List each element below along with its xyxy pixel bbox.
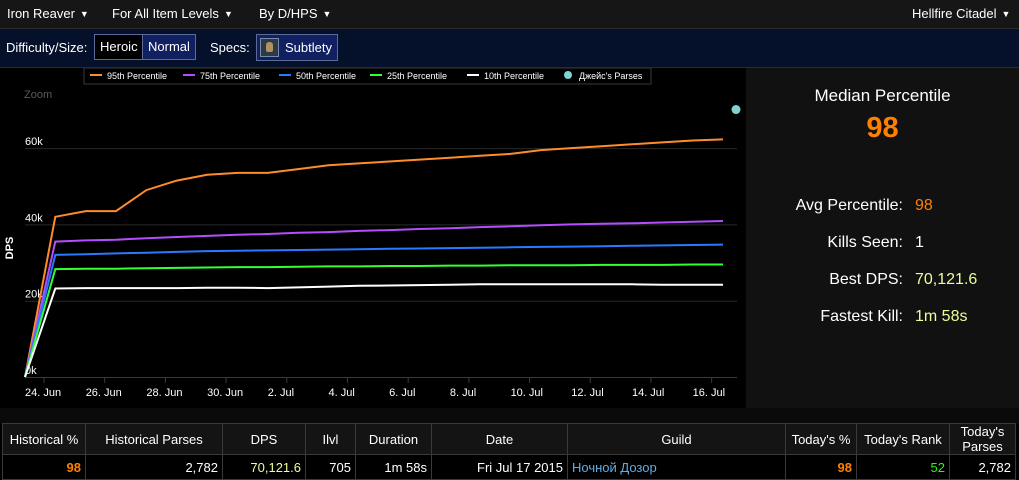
- column-header-duration[interactable]: Duration: [355, 423, 432, 455]
- column-header-todays-percent[interactable]: Today's %: [785, 423, 857, 455]
- chart-legend: 95th Percentile 75th Percentile 50th Perce…: [83, 67, 652, 85]
- legend-label: 50th Percentile: [296, 71, 356, 81]
- x-axis-ticks: 24. Jun 26. Jun 28. Jun 30. Jun 2. Jul 4. Jul…: [25, 377, 725, 399]
- stat-label: Best DPS:: [829, 271, 903, 288]
- item-level-dropdown[interactable]: For All Item Levels ▼: [112, 6, 233, 21]
- chevron-down-icon: ▼: [322, 9, 332, 19]
- cell-historical-parses: 2,782: [85, 454, 223, 480]
- median-percentile-title: Median Percentile: [814, 86, 951, 105]
- series-line-5: [24, 283, 723, 378]
- subtlety-spec-icon: [260, 38, 279, 57]
- parses-table: Historical % Historical Parses DPS Ilvl …: [2, 423, 1016, 480]
- stat-value: 1m 58s: [915, 308, 968, 325]
- series-line-4: [24, 263, 723, 378]
- legend-label: 10th Percentile: [484, 71, 544, 81]
- table-header-row: Historical % Historical Parses DPS Ilvl …: [2, 423, 1016, 455]
- x-tick-label: 6. Jul: [389, 387, 415, 399]
- x-tick-label: 28. Jun: [146, 387, 182, 399]
- section-divider: [0, 408, 1019, 424]
- boss-dropdown-label: Iron Reaver: [7, 6, 75, 21]
- column-header-guild[interactable]: Guild: [567, 423, 786, 455]
- column-header-todays-rank[interactable]: Today's Rank: [856, 423, 950, 455]
- cell-todays-percent: 98: [785, 454, 857, 480]
- x-tick-label: 14. Jul: [632, 387, 664, 399]
- median-percentile-value: 98: [866, 112, 899, 144]
- specs-label: Specs:: [210, 40, 250, 55]
- column-header-ilvl[interactable]: Ilvl: [305, 423, 356, 455]
- column-header-dps[interactable]: DPS: [222, 423, 306, 455]
- series-line-2: [24, 220, 724, 378]
- y-tick-label: 40k: [25, 212, 43, 224]
- summary-panel: Median Percentile 98 Avg Percentile: 98 …: [746, 68, 1019, 408]
- stat-label: Avg Percentile:: [795, 197, 903, 214]
- legend-swatch: [564, 71, 572, 79]
- cell-todays-parses: 2,782: [949, 454, 1016, 480]
- y-axis-title: DPS: [4, 237, 16, 260]
- top-nav-bar: Iron Reaver ▼ For All Item Levels ▼ By D/H…: [0, 0, 1019, 29]
- x-tick-label: 10. Jul: [511, 387, 543, 399]
- column-header-historical-parses[interactable]: Historical Parses: [85, 423, 223, 455]
- zoom-label[interactable]: Zoom: [24, 89, 52, 101]
- cell-duration: 1m 58s: [355, 454, 432, 480]
- stat-value: 1: [915, 234, 924, 251]
- difficulty-heroic-button[interactable]: Heroic: [94, 34, 144, 60]
- series-line-1: [24, 138, 724, 378]
- cell-dps: 70,121.6: [222, 454, 306, 480]
- column-header-date[interactable]: Date: [431, 423, 568, 455]
- x-tick-label: 2. Jul: [268, 387, 294, 399]
- legend-label: 95th Percentile: [107, 71, 167, 81]
- column-header-todays-parses[interactable]: Today's Parses: [949, 423, 1016, 455]
- stat-value: 70,121.6: [915, 271, 978, 288]
- stat-label: Kills Seen:: [827, 234, 903, 251]
- cell-historical-percent: 98: [2, 454, 86, 480]
- spec-selector-button[interactable]: Subtlety: [256, 34, 338, 61]
- y-tick-label: 60k: [25, 136, 43, 148]
- chevron-down-icon: ▼: [1001, 9, 1011, 19]
- x-tick-label: 24. Jun: [25, 387, 61, 399]
- x-tick-label: 30. Jun: [207, 387, 243, 399]
- boss-dropdown[interactable]: Iron Reaver ▼: [7, 6, 89, 21]
- zone-dropdown-label: Hellfire Citadel: [912, 6, 997, 21]
- dps-chart-area: 95th Percentile 75th Percentile 50th Perce…: [0, 67, 745, 408]
- cell-guild-link[interactable]: Ночной Дозор: [567, 454, 786, 480]
- chevron-down-icon: ▼: [223, 9, 233, 19]
- chart-gridlines: [25, 148, 737, 378]
- legend-label: Джейс's Parses: [579, 71, 643, 81]
- x-tick-label: 26. Jun: [86, 387, 122, 399]
- dps-percentile-chart[interactable]: 95th Percentile 75th Percentile 50th Perce…: [0, 67, 745, 408]
- difficulty-normal-button[interactable]: Normal: [142, 34, 196, 60]
- item-level-dropdown-label: For All Item Levels: [112, 6, 219, 21]
- cell-todays-rank: 52: [856, 454, 950, 480]
- chart-series: [24, 105, 741, 378]
- chevron-down-icon: ▼: [79, 9, 89, 19]
- parse-point: [731, 105, 741, 115]
- x-tick-label: 4. Jul: [328, 387, 354, 399]
- x-tick-label: 8. Jul: [450, 387, 476, 399]
- zone-dropdown[interactable]: Hellfire Citadel ▼: [912, 6, 1010, 21]
- cell-date: Fri Jul 17 2015: [431, 454, 568, 480]
- stat-label: Fastest Kill:: [820, 308, 903, 325]
- difficulty-label: Difficulty/Size:: [6, 40, 88, 55]
- table-row[interactable]: 98 2,782 70,121.6 705 1m 58s Fri Jul 17 …: [2, 454, 1016, 480]
- x-tick-label: 16. Jul: [693, 387, 725, 399]
- spec-selector-label: Subtlety: [285, 40, 332, 55]
- x-tick-label: 12. Jul: [571, 387, 603, 399]
- metric-dropdown[interactable]: By D/HPS ▼: [259, 6, 331, 21]
- legend-label: 75th Percentile: [200, 71, 260, 81]
- cell-ilvl: 705: [305, 454, 356, 480]
- filter-bar: Difficulty/Size: Heroic Normal Specs: Su…: [0, 29, 1019, 68]
- column-header-historical-percent[interactable]: Historical %: [2, 423, 86, 455]
- legend-label: 25th Percentile: [387, 71, 447, 81]
- stat-value: 98: [915, 197, 933, 214]
- metric-dropdown-label: By D/HPS: [259, 6, 318, 21]
